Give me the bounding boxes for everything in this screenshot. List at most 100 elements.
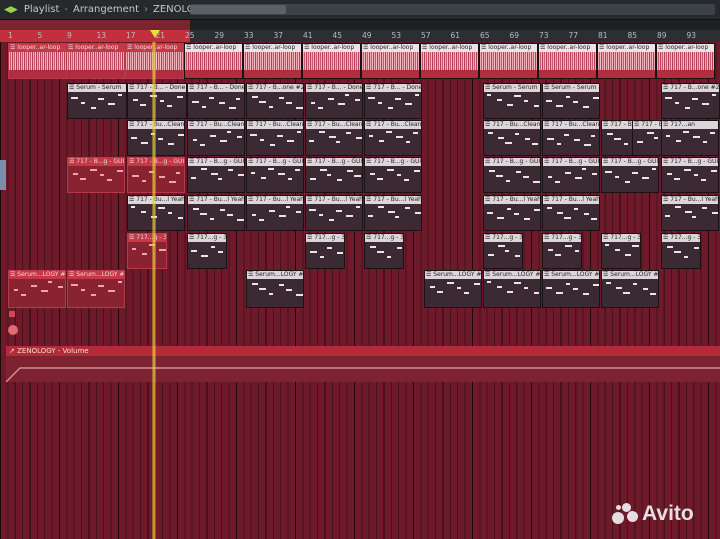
row5-clip[interactable]: ☰ 717...g - 3: [305, 233, 345, 269]
row6-clip[interactable]: ☰ Serum...LOGY #2: [542, 270, 600, 308]
row3-clip[interactable]: ☰ 717 - B...g - GUI: [483, 157, 541, 193]
row1-clip[interactable]: ☰ Serum - Serum: [483, 83, 541, 119]
loop-region-strip[interactable]: [0, 20, 720, 30]
audio-clip[interactable]: ☰ looper..ar-loop: [66, 43, 125, 79]
row4-clip[interactable]: ☰ 717 - Bu...l Yeah: [483, 195, 541, 231]
audio-clip[interactable]: ☰ looper..ar-loop: [302, 43, 361, 79]
row5-clip[interactable]: ☰ 717...g - 3: [483, 233, 523, 269]
ruler-bar-37: 37: [273, 31, 284, 40]
audio-clip[interactable]: ☰ looper..ar-loop: [8, 43, 67, 79]
row6-clip[interactable]: ☰ Serum...LOGY #2: [8, 270, 66, 308]
row3-clip[interactable]: ☰ 717 - B...g - GUI: [127, 157, 185, 193]
note: [487, 212, 493, 214]
row5-clip[interactable]: ☰ 717...g - 3: [187, 233, 227, 269]
row2-clip[interactable]: ☰ 717 - Bu...Clean: [364, 120, 422, 156]
note: [652, 168, 656, 170]
audio-clip[interactable]: ☰ looper..ar-loop: [656, 43, 715, 79]
automation-curve[interactable]: [6, 356, 720, 382]
note: [100, 174, 104, 176]
note: [666, 135, 670, 137]
automation-clip-header[interactable]: ↗ ZENOLOGY - Volume: [6, 346, 720, 356]
track-instrument-icon[interactable]: [8, 325, 18, 335]
row5-clip[interactable]: ☰ 717...g - 3: [364, 233, 404, 269]
breadcrumb-playlist[interactable]: Playlist: [22, 4, 62, 15]
row4-clip[interactable]: ☰ 717 - Bu...l Yeah: [661, 195, 719, 231]
timeline-ruler[interactable]: 1 5 9 13 17 21 25 29 33 37 41 45 49 53 57 61 65 69 73 77 81 8…: [0, 30, 720, 42]
note: [614, 138, 621, 140]
row3-clip[interactable]: ☰ 717 - B...g - GUI: [67, 157, 125, 193]
row1-clip[interactable]: ☰ 717 - B...one #2: [246, 83, 304, 119]
row5-clip[interactable]: ☰ 717...g - 3: [601, 233, 641, 269]
row1-clip[interactable]: ☰ Serum - Serum: [67, 83, 127, 119]
audio-waveform: [421, 52, 478, 70]
row6-clip[interactable]: ☰ Serum...LOGY #2: [483, 270, 541, 308]
row2-clip[interactable]: ☰ 717 - Bu...Clean: [127, 120, 185, 156]
note: [346, 132, 351, 134]
row5-clip[interactable]: ☰ 717...g - 3: [661, 233, 701, 269]
row2-clip[interactable]: ☰ 717 - Bu...Clean: [187, 120, 245, 156]
audio-clip[interactable]: ☰ looper..ar-loop: [479, 43, 538, 79]
row5-clip[interactable]: ☰ 717...g - 3: [542, 233, 582, 269]
note: [694, 247, 699, 249]
note: [524, 100, 528, 102]
audio-clip[interactable]: ☰ looper..ar-loop: [361, 43, 420, 79]
row3-clip[interactable]: ☰ 717 - B...g - GUI: [305, 157, 363, 193]
playhead-marker-icon[interactable]: [150, 30, 160, 38]
row1-clip[interactable]: ☰ 717 - B... - Done: [127, 83, 187, 119]
row2-clip[interactable]: ☰ 717 - Bu...Clean: [483, 120, 541, 156]
note: [158, 138, 163, 140]
row2-clip[interactable]: ☰ 717...an: [661, 120, 719, 156]
row6-clip[interactable]: ☰ Serum...LOGY #2: [601, 270, 659, 308]
note: [505, 250, 509, 252]
watermark-text: Avito: [642, 502, 694, 525]
ruler-bar-89: 89: [657, 31, 667, 40]
note: [487, 281, 491, 283]
audio-clip[interactable]: ☰ looper..ar-loop: [597, 43, 656, 79]
row4-clip[interactable]: ☰ 717 - Bu...l Yeah: [542, 195, 600, 231]
row4-clip[interactable]: ☰ 717 - Bu...l Yeah: [187, 195, 245, 231]
clip-label: ☰ 717...an: [662, 121, 718, 129]
row2-clip[interactable]: ☰ 717 - Bu...Clean: [246, 120, 304, 156]
row4-clip[interactable]: ☰ 717 - Bu...l Yeah: [364, 195, 422, 231]
audio-clip[interactable]: ☰ looper..ar-loop: [184, 43, 243, 79]
row1-clip[interactable]: ☰ 717 - B...one #2: [661, 83, 720, 119]
row5-clip[interactable]: ☰ 717...g - 3: [127, 233, 167, 269]
note: [218, 251, 223, 253]
row3-clip[interactable]: ☰ 717 - B...g - GUI: [542, 157, 600, 193]
row3-clip[interactable]: ☰ 717 - B...g - GUI: [246, 157, 304, 193]
row4-clip[interactable]: ☰ 717 - Bu...l Yeah: [246, 195, 304, 231]
note: [395, 216, 399, 218]
nav-arrows-icon[interactable]: ◀▶: [0, 5, 22, 15]
audio-clip[interactable]: ☰ looper..ar-loop: [243, 43, 302, 79]
clip-label: ☰ Serum...LOGY #2: [247, 271, 303, 279]
audio-clip[interactable]: ☰ looper..ar-loop: [538, 43, 597, 79]
row6-clip[interactable]: ☰ Serum...LOGY #2: [246, 270, 304, 308]
breadcrumb-arrangement[interactable]: Arrangement: [71, 4, 141, 15]
horizontal-scrollbar[interactable]: [190, 4, 715, 15]
row6-clip[interactable]: ☰ Serum...LOGY #2: [67, 270, 125, 308]
playhead[interactable]: [152, 42, 156, 539]
row4-clip[interactable]: ☰ 717 - Bu...l Yeah: [127, 195, 185, 231]
row4-clip[interactable]: ☰ 717 - Bu...l Yeah: [305, 195, 363, 231]
note: [488, 132, 493, 134]
row1-clip[interactable]: ☰ 717 - B... - Done: [187, 83, 245, 119]
note: [624, 143, 628, 145]
row2-clip[interactable]: ☰ 717 - Bu...Clean: [542, 120, 600, 156]
row2-clip[interactable]: ☰ 717 - Bu...Clean: [305, 120, 363, 156]
loop-region[interactable]: [0, 20, 190, 30]
automation-clip[interactable]: [6, 356, 720, 382]
note: [81, 102, 85, 104]
row3-clip[interactable]: ☰ 717 - B...g - GUI: [601, 157, 659, 193]
track-control-icon[interactable]: [9, 311, 15, 317]
row3-clip[interactable]: ☰ 717 - B...g - GUI: [187, 157, 245, 193]
row3-clip[interactable]: ☰ 717 - B...g - GUI: [661, 157, 719, 193]
note: [388, 211, 395, 213]
audio-clip[interactable]: ☰ looper..ar-loop: [420, 43, 479, 79]
note: [378, 206, 384, 208]
row1-clip[interactable]: ☰ Serum - Serum: [542, 83, 600, 119]
row3-clip[interactable]: ☰ 717 - B...g - GUI: [364, 157, 422, 193]
row1-clip[interactable]: ☰ 717 - B... - Done: [364, 83, 422, 119]
row6-clip[interactable]: ☰ Serum...LOGY #2: [424, 270, 482, 308]
row1-clip[interactable]: ☰ 717 - B... - Done: [305, 83, 363, 119]
scrollbar-thumb[interactable]: [190, 5, 286, 14]
